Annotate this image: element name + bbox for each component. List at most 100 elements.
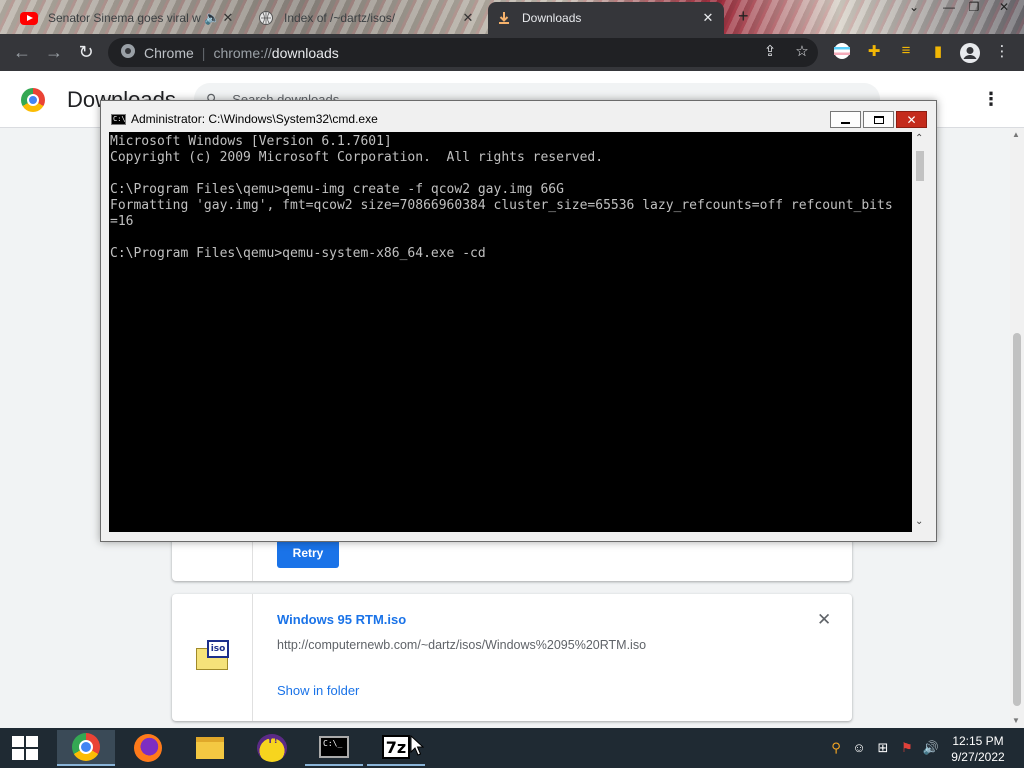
minimize-icon (841, 121, 850, 124)
start-button[interactable] (12, 736, 38, 760)
new-tab-button[interactable]: + (738, 6, 749, 27)
tab-title: Downloads (522, 11, 582, 25)
restore-window-icon[interactable]: ❐ (960, 0, 988, 18)
address-bar[interactable]: Chrome | chrome://downloads (108, 38, 818, 67)
cmd-close-button[interactable]: ✕ (896, 111, 927, 128)
taskbar-yahoo-messenger[interactable]: Y! (243, 730, 301, 766)
console-output[interactable]: Microsoft Windows [Version 6.1.7601] Copy… (109, 132, 912, 532)
taskbar-cmd[interactable]: C:\_ (305, 730, 363, 766)
back-arrow-icon[interactable]: ← (6, 42, 38, 63)
url-scheme: chrome:// (213, 44, 272, 61)
close-tab-icon[interactable]: ✕ (460, 10, 476, 26)
close-tab-icon[interactable]: ✕ (220, 10, 236, 26)
show-in-folder-link[interactable]: Show in folder (277, 683, 359, 698)
firefox-icon (134, 734, 162, 762)
scroll-up-arrow-icon[interactable]: ▲ (1012, 130, 1020, 139)
bookmark-star-icon[interactable]: ☆ (792, 42, 812, 62)
iso-file-icon: iso (196, 640, 229, 670)
taskbar-chrome[interactable] (57, 730, 115, 766)
close-tab-icon[interactable]: ✕ (700, 10, 716, 26)
chevron-down-icon[interactable]: ⌄ (900, 0, 928, 18)
folder-icon (196, 737, 224, 759)
profile-avatar-icon[interactable] (959, 42, 980, 63)
console-line: Microsoft Windows [Version 6.1.7601] (110, 134, 392, 149)
retry-button[interactable]: Retry (277, 538, 339, 568)
browser-menu-icon[interactable]: ⋮ (992, 42, 1012, 62)
chrome-info-icon[interactable] (120, 43, 136, 62)
cmd-scrollbar-thumb[interactable] (916, 151, 924, 181)
speaker-icon[interactable]: 🔈 (204, 10, 220, 26)
clock-time: 12:15 PM (952, 734, 1004, 748)
puzzle-icon[interactable]: ✚ (864, 42, 884, 62)
close-icon: ✕ (906, 112, 917, 127)
scroll-down-chevron-icon[interactable]: ⌄ (915, 516, 923, 527)
volume-icon[interactable]: 🔊 (922, 740, 940, 756)
minimize-window-icon[interactable]: — (935, 0, 963, 18)
tab-title: Index of /~dartz/isos/ (284, 11, 396, 25)
action-center-flag-icon[interactable]: ⚑ (898, 740, 916, 756)
taskbar-file-explorer[interactable] (181, 730, 239, 766)
search-icon[interactable]: ⚲ (827, 740, 845, 756)
taskbar: Y! C:\_ 7z ⚲ ☺ ⊞ ⚑ 🔊 12:15 PM 9/27/2022 (0, 728, 1024, 768)
taskbar-firefox[interactable] (119, 730, 177, 766)
extension-flag-icon[interactable] (832, 42, 852, 62)
console-line: =16 (110, 214, 134, 229)
console-line: C:\Program Files\qemu>qemu-img create -f… (110, 182, 564, 197)
remove-download-icon[interactable]: ✕ (817, 610, 831, 630)
site-label: Chrome (144, 44, 194, 61)
close-window-icon[interactable]: ✕ (990, 0, 1018, 18)
forward-arrow-icon[interactable]: → (38, 42, 70, 63)
share-icon[interactable]: ⇪ (760, 42, 780, 62)
omnibox-separator: | (201, 44, 206, 61)
download-source-url[interactable]: http://computernewb.com/~dartz/isos/Wind… (277, 638, 646, 652)
tab-index-of-isos[interactable]: Index of /~dartz/isos/ ✕ (250, 2, 484, 34)
chrome-icon (72, 733, 100, 761)
iso-badge: iso (207, 640, 229, 658)
console-line: Formatting 'gay.img', fmt=qcow2 size=708… (110, 198, 893, 213)
cmd-scrollbar[interactable]: ⌃ ⌄ (912, 132, 928, 532)
yahoo-messenger-icon: Y! (257, 734, 287, 762)
more-options-icon[interactable]: ⋮ (982, 89, 1000, 110)
7zip-icon: 7z (382, 735, 410, 759)
tab-strip: Senator Sinema goes viral w 🔈 ✕ Index of… (0, 0, 1024, 34)
chrome-logo-icon (21, 88, 45, 112)
tab-senator-sinema[interactable]: Senator Sinema goes viral w 🔈 ✕ (12, 2, 244, 34)
download-filename-link[interactable]: Windows 95 RTM.iso (277, 612, 406, 627)
windows-logo-pane (12, 749, 24, 760)
cmd-icon: C:\_ (319, 736, 349, 758)
file-icon-column: iso (172, 594, 253, 721)
network-icon[interactable]: ⊞ (874, 740, 892, 756)
windows-logo-pane (26, 749, 38, 760)
console-line: Copyright (c) 2009 Microsoft Corporation… (110, 150, 604, 165)
url-path: downloads (271, 44, 339, 61)
cmd-window: C:\ Administrator: C:\Windows\System32\c… (100, 100, 937, 542)
globe-icon (258, 10, 274, 26)
windows-logo-pane (26, 736, 38, 747)
tab-downloads[interactable]: Downloads ✕ (488, 2, 724, 34)
reload-icon[interactable]: ↻ (70, 42, 102, 63)
side-panel-icon[interactable]: ▮ (928, 42, 948, 62)
cmd-titlebar[interactable]: C:\ Administrator: C:\Windows\System32\c… (101, 101, 936, 132)
cmd-window-title: Administrator: C:\Windows\System32\cmd.e… (131, 112, 378, 126)
windows-logo-pane (12, 736, 24, 747)
emoji-icon[interactable]: ☺ (850, 740, 868, 755)
cmd-minimize-button[interactable] (830, 111, 861, 128)
page-scrollbar[interactable]: ▲ ▼ (1010, 128, 1024, 728)
download-item-card: iso Windows 95 RTM.iso http://computerne… (172, 594, 852, 721)
scroll-down-arrow-icon[interactable]: ▼ (1012, 716, 1020, 725)
cmd-maximize-button[interactable] (863, 111, 894, 128)
youtube-icon (20, 11, 38, 25)
tab-title: Senator Sinema goes viral w (48, 11, 201, 25)
media-playlist-icon[interactable]: ≡ (896, 42, 916, 62)
clock-date: 9/27/2022 (951, 750, 1005, 764)
scroll-up-chevron-icon[interactable]: ⌃ (915, 133, 923, 144)
scrollbar-thumb[interactable] (1013, 333, 1021, 706)
maximize-icon (873, 115, 884, 124)
download-icon (496, 10, 512, 26)
system-clock[interactable]: 12:15 PM 9/27/2022 (948, 733, 1008, 765)
mouse-cursor-icon (410, 735, 424, 756)
cmd-app-icon: C:\ (111, 114, 126, 125)
console-line: C:\Program Files\qemu>qemu-system-x86_64… (110, 246, 486, 261)
